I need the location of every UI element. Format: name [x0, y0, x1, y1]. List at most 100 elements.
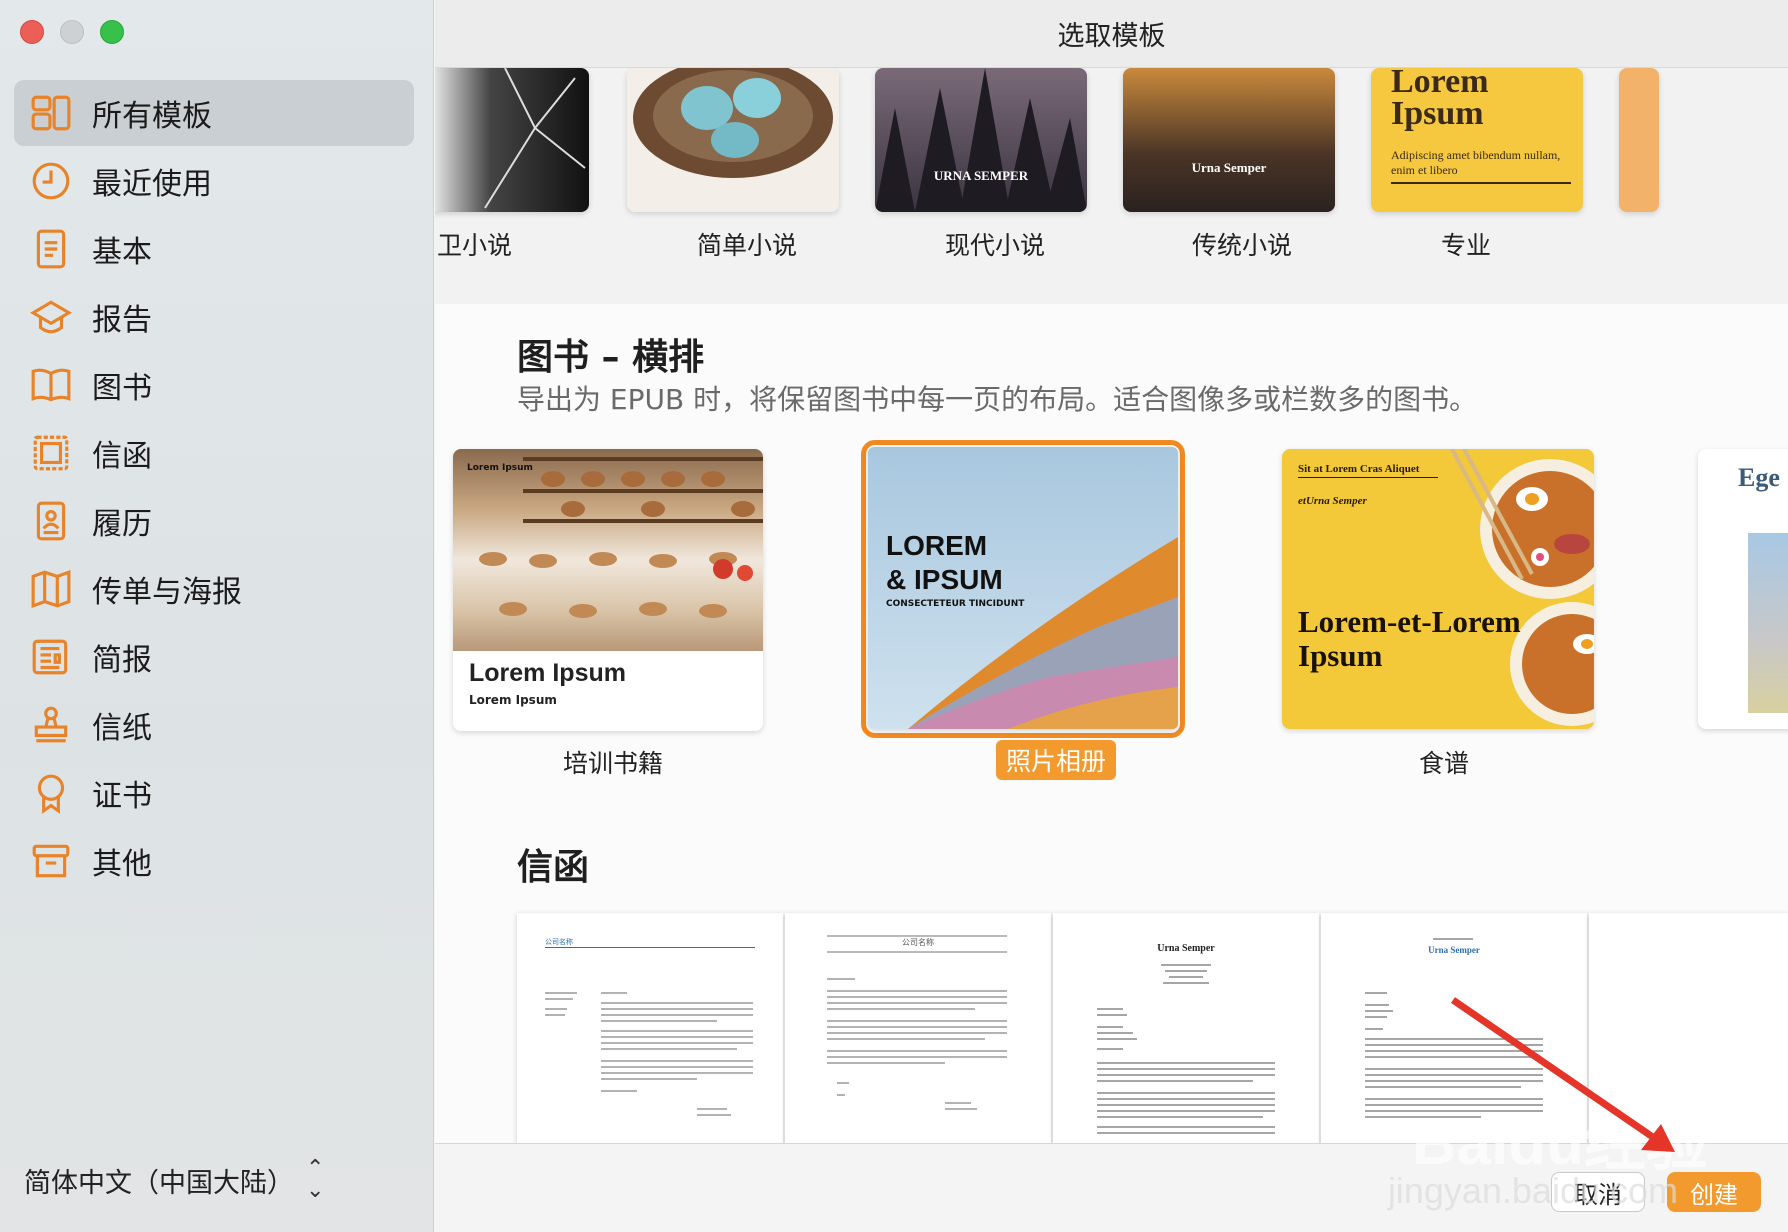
resume-icon [28, 498, 74, 544]
sidebar-item-label: 所有模板 [92, 99, 212, 134]
forest-image [875, 68, 1087, 212]
window-titlebar: 选取模板 [435, 0, 1788, 68]
bakery-shelves-image: Lorem Ipsum [453, 449, 763, 651]
template-thumbnail[interactable]: LOREM & IPSUM CONSECTETEUR TINCIDUNT [868, 447, 1178, 729]
cover-author: etUrna Semper [1298, 495, 1367, 507]
cancel-button[interactable]: 取消 [1551, 1172, 1645, 1212]
template-label: 简单小说 [697, 231, 798, 260]
template-thumbnail[interactable] [1619, 68, 1659, 212]
grid-icon [28, 90, 74, 136]
cover-subtitle: CONSECTETEUR TINCIDUNT [886, 599, 1025, 609]
template-thumbnail[interactable] [627, 68, 839, 212]
template-thumbnail[interactable]: 公司名称 [517, 913, 783, 1145]
cover-text: Urna Semper [1191, 160, 1267, 175]
sidebar-item-letters[interactable]: 信函 [14, 420, 414, 486]
template-thumbnail[interactable] [1589, 913, 1788, 1145]
category-list: 所有模板 最近使用 基本 报告 图书 信函 履历 传单与海报 简报 信纸 证书 … [14, 80, 414, 896]
template-label: 现代小说 [945, 231, 1046, 260]
ramen-bowls-image [1450, 449, 1594, 726]
cover-title-line-1: Lorem-et-Lorem [1298, 604, 1521, 639]
cover-small-title: Lorem Ipsum [467, 463, 533, 473]
sidebar-item-resume[interactable]: 履历 [14, 488, 414, 554]
sidebar-item-label: 图书 [92, 371, 152, 406]
template-thumbnail[interactable]: 公司名称 [785, 913, 1051, 1145]
sidebar-item-all-templates[interactable]: 所有模板 [14, 80, 414, 146]
template-thumbnail[interactable]: Lorem Ipsum Lorem Ipsum Lorem Ipsum [453, 449, 763, 731]
template-thumbnail[interactable] [435, 68, 589, 212]
stamp-icon [28, 702, 74, 748]
archive-box-icon [28, 838, 74, 884]
graduation-cap-icon [28, 294, 74, 340]
stamp-frame-icon [28, 430, 74, 476]
sidebar-item-stationery[interactable]: 信纸 [14, 692, 414, 758]
sidebar-item-label: 信纸 [92, 711, 152, 746]
elephant-image [1748, 533, 1788, 713]
sidebar-item-reports[interactable]: 报告 [14, 284, 414, 350]
map-icon [28, 566, 74, 612]
cover-text: Ege [1738, 463, 1780, 492]
zoom-window-button[interactable] [100, 20, 124, 44]
section-description: 导出为 EPUB 时，将保留图书中每一页的布局。适合图像多或栏数多的图书。 [517, 383, 1478, 416]
cover-subtitle: Adipiscing amet bibendum nullam, enim et… [1391, 148, 1571, 184]
document-icon [28, 226, 74, 272]
template-thumbnail[interactable]: Urna Semper [1123, 68, 1335, 212]
sidebar-item-flyers-posters[interactable]: 传单与海报 [14, 556, 414, 622]
section-title: 信函 [517, 847, 590, 888]
template-label: 传统小说 [1192, 231, 1293, 260]
chevron-updown-icon: ⌃ ⌄ [306, 1156, 325, 1203]
sidebar-item-label: 报告 [92, 303, 152, 338]
book-icon [28, 362, 74, 408]
cracked-glass-art [484, 68, 586, 209]
section-title: 图书 – 横排 [517, 337, 705, 378]
dialog-footer: 取消 创建 [435, 1143, 1788, 1232]
language-label: 简体中文（中国大陆） [24, 1167, 294, 1199]
clock-icon [28, 158, 74, 204]
template-thumbnail[interactable]: Sit at Lorem Cras Aliquet etUrna Semper … [1282, 449, 1594, 729]
sidebar-item-label: 简报 [92, 643, 152, 678]
window-controls [20, 20, 124, 44]
template-thumbnail[interactable]: Lorem Ipsum Adipiscing amet bibendum nul… [1371, 68, 1583, 212]
ribbon-icon [28, 770, 74, 816]
template-thumbnail[interactable]: Urna Semper [1321, 913, 1587, 1145]
sidebar-item-label: 其他 [92, 847, 152, 882]
cover-subtitle: Lorem Ipsum [469, 693, 557, 707]
template-label: 培训书籍 [563, 749, 664, 778]
sidebar-item-label: 最近使用 [92, 167, 212, 202]
cover-title-line-2: & IPSUM [886, 564, 1003, 595]
cover-text: URNA SEMPER [933, 168, 1029, 183]
cover-top-title: Sit at Lorem Cras Aliquet [1298, 463, 1438, 478]
sidebar: 所有模板 最近使用 基本 报告 图书 信函 履历 传单与海报 简报 信纸 证书 … [0, 0, 434, 1232]
letter-body-text [1365, 938, 1543, 1118]
sidebar-item-label: 证书 [92, 779, 152, 814]
template-thumbnail[interactable]: Urna Semper [1053, 913, 1319, 1145]
letter-body-text [827, 978, 1007, 1110]
sidebar-item-label: 履历 [92, 507, 152, 542]
newspaper-icon [28, 634, 74, 680]
books-landscape-section: 图书 – 横排 导出为 EPUB 时，将保留图书中每一页的布局。适合图像多或栏数… [435, 304, 1788, 816]
novels-row: 卫小说 简单小说 URNA SEMPER 现代小说 Urna Semper 传统… [435, 68, 1788, 304]
letter-body-text [545, 992, 753, 1116]
letter-body-text [1097, 964, 1275, 1134]
sidebar-item-recent[interactable]: 最近使用 [14, 148, 414, 214]
sidebar-item-label: 信函 [92, 439, 152, 474]
template-thumbnail[interactable]: Ege [1698, 449, 1788, 729]
cover-title: Lorem Ipsum [1391, 68, 1489, 132]
template-label: 食谱 [1419, 749, 1470, 778]
close-window-button[interactable] [20, 20, 44, 44]
language-selector[interactable]: 简体中文（中国大陆） ⌃ ⌄ [24, 1158, 324, 1202]
template-label: 卫小说 [437, 231, 513, 260]
sidebar-item-newsletters[interactable]: 简报 [14, 624, 414, 690]
sidebar-item-other[interactable]: 其他 [14, 828, 414, 894]
create-button[interactable]: 创建 [1667, 1172, 1761, 1212]
template-browser: 选取模板 卫小说 简单小说 URNA SEMPER 现代小说 Urna Semp… [435, 0, 1788, 1232]
window-title: 选取模板 [1057, 21, 1166, 52]
template-thumbnail[interactable]: URNA SEMPER [875, 68, 1087, 212]
template-label: 专业 [1441, 231, 1492, 260]
cover-title: Lorem Ipsum [469, 659, 626, 687]
minimize-window-button[interactable] [60, 20, 84, 44]
sidebar-item-label: 传单与海报 [92, 575, 242, 610]
sidebar-item-books[interactable]: 图书 [14, 352, 414, 418]
bird-nest-image [633, 68, 833, 178]
sidebar-item-basic[interactable]: 基本 [14, 216, 414, 282]
sidebar-item-certificates[interactable]: 证书 [14, 760, 414, 826]
